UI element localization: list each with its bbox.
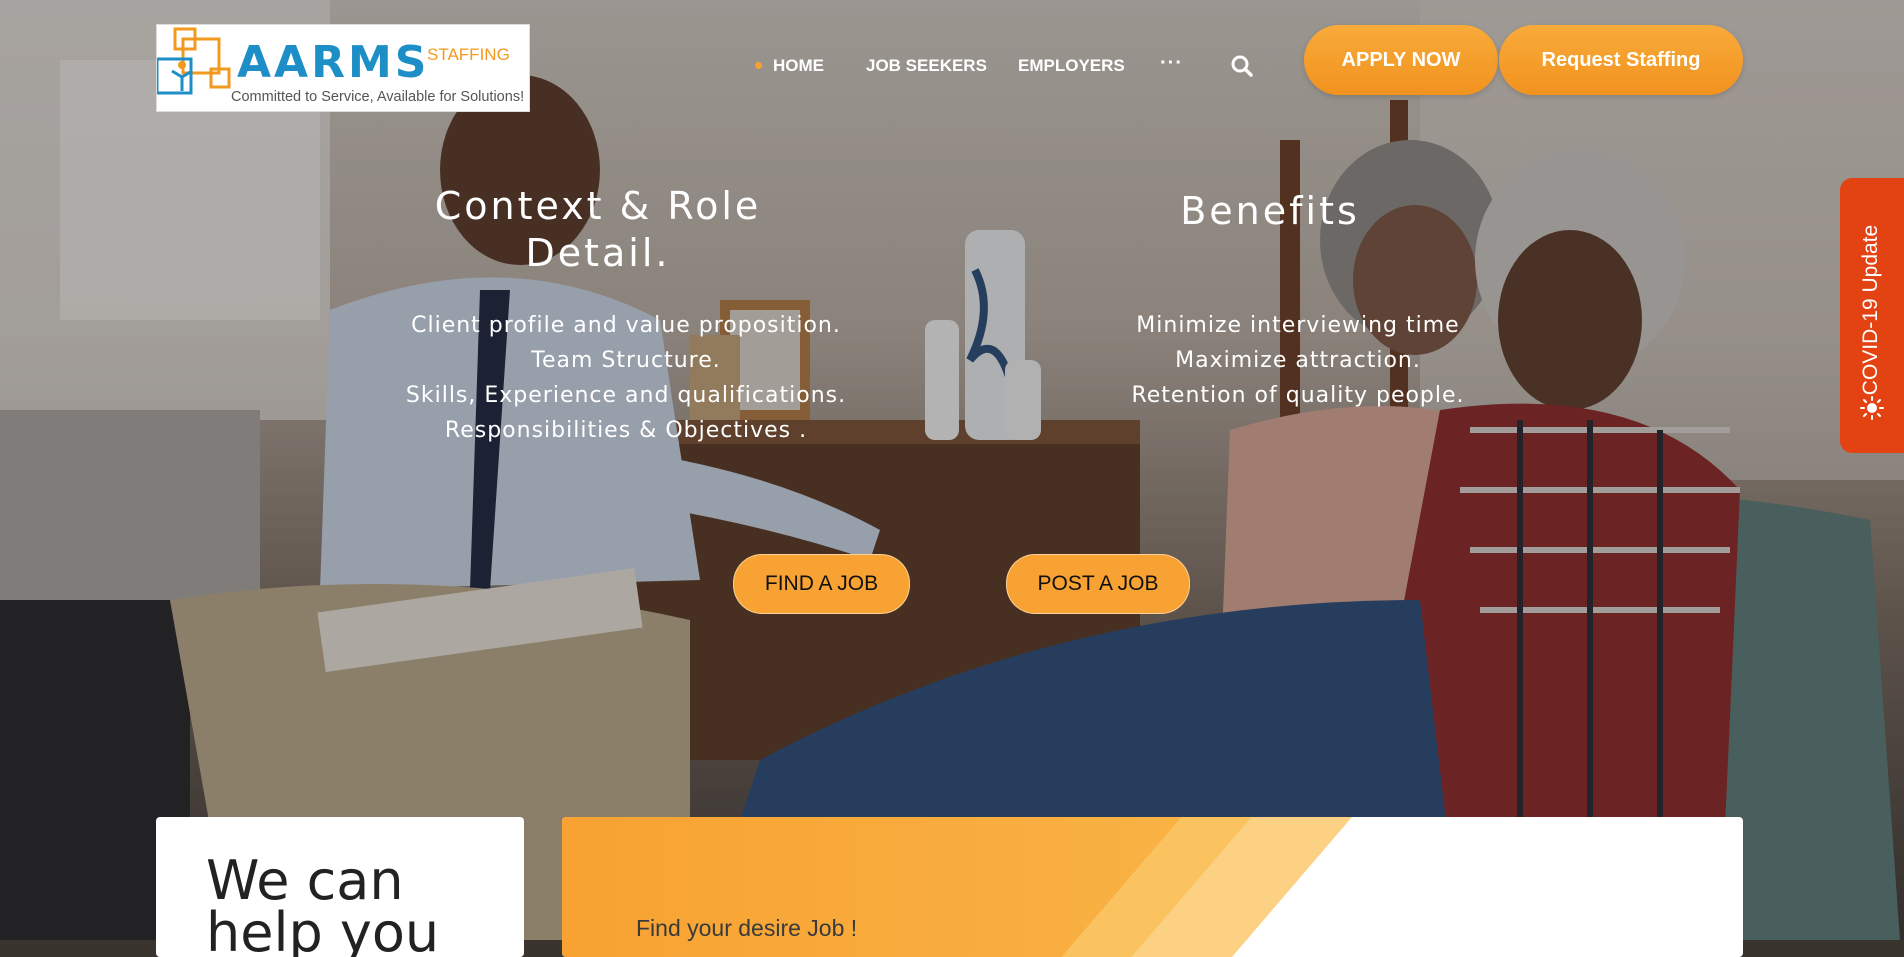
benefits-column: Benefits [1120, 188, 1420, 235]
post-a-job-button[interactable]: POST A JOB [1006, 554, 1190, 614]
find-job-card: Find your desire Job ! [562, 817, 1743, 957]
help-card: We can help you [156, 817, 524, 957]
covid-update-tab[interactable]: COVID-19 Update [1840, 178, 1904, 453]
nav-item-employers[interactable]: EMPLOYERS [1018, 56, 1125, 76]
hero-overlay [0, 0, 1904, 940]
benefits-line: Retention of quality people. [1131, 383, 1465, 408]
logo[interactable]: AARMS STAFFING Committed to Service, Ava… [156, 24, 530, 112]
help-card-heading: We can help you [206, 854, 440, 957]
context-title-line2: Detail. [525, 231, 671, 275]
help-card-line2: help you [206, 901, 440, 957]
benefits-line: Maximize attraction. [1175, 348, 1421, 373]
context-line: Team Structure. [531, 348, 721, 373]
benefits-line: Minimize interviewing time [1136, 313, 1460, 338]
nav-item-home[interactable]: HOME [773, 56, 824, 76]
more-menu-icon[interactable]: ··· [1160, 52, 1183, 75]
context-lines: Client profile and value proposition. Te… [386, 308, 866, 448]
logo-sub: STAFFING [427, 45, 510, 64]
covid-update-label: COVID-19 Update [1859, 224, 1882, 396]
sun-icon [1860, 396, 1884, 420]
find-card-label: Find your desire Job ! [636, 915, 858, 941]
logo-mark-icon [157, 27, 231, 95]
context-title-line1: Context & Role [434, 184, 762, 228]
hero-background [0, 0, 1904, 940]
context-title: Context & Role Detail. [398, 183, 798, 277]
benefits-lines: Minimize interviewing time Maximize attr… [1118, 308, 1478, 413]
logo-tagline: Committed to Service, Available for Solu… [231, 89, 525, 105]
find-a-job-button[interactable]: FIND A JOB [733, 554, 910, 614]
logo-brand: AARMS [237, 37, 430, 88]
context-column: Context & Role Detail. [402, 183, 802, 277]
context-line: Responsibilities & Objectives . [444, 418, 808, 443]
apply-now-button[interactable]: APPLY NOW [1304, 25, 1498, 95]
request-staffing-button[interactable]: Request Staffing [1499, 25, 1743, 95]
context-line: Skills, Experience and qualifications. [405, 383, 847, 408]
benefits-title: Benefits [1180, 189, 1360, 233]
nav-active-dot [755, 62, 762, 69]
nav-item-job-seekers[interactable]: JOB SEEKERS [866, 56, 987, 76]
search-icon[interactable] [1230, 54, 1254, 78]
context-line: Client profile and value proposition. [411, 313, 841, 338]
